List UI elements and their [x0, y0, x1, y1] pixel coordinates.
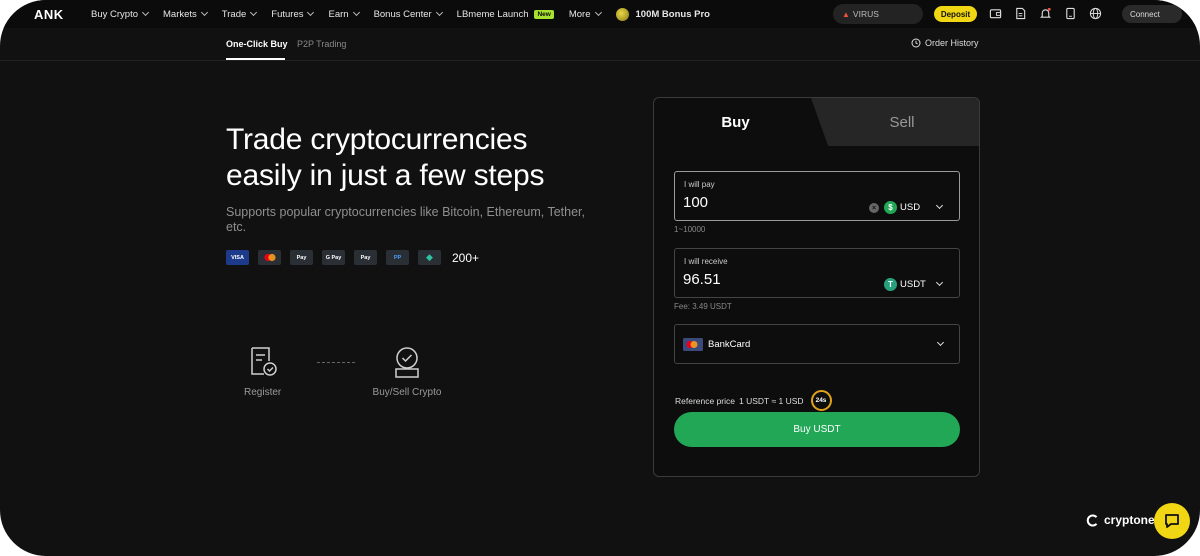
- chevron-down-icon: [594, 8, 602, 17]
- nav-item-futures[interactable]: Futures: [271, 8, 315, 20]
- fire-icon: ▲: [842, 9, 850, 19]
- wallet-icon[interactable]: [989, 7, 1002, 20]
- order-history-link[interactable]: Order History: [911, 38, 979, 48]
- payment-method-select[interactable]: BankCard: [674, 324, 960, 364]
- nav-item-label: Trade: [221, 8, 247, 20]
- chevron-down-icon[interactable]: [935, 278, 944, 287]
- google-pay-icon: G Pay: [322, 250, 345, 265]
- receive-label: I will receive: [684, 257, 728, 266]
- nav-item-trade[interactable]: Trade: [221, 8, 258, 20]
- search-input[interactable]: ▲ VIRUS: [833, 4, 923, 24]
- search-value: VIRUS: [852, 9, 879, 19]
- payment-methods: VISA Pay G Pay Pay PP ◆ 200+: [226, 250, 479, 265]
- hero-title: Trade cryptocurrencies easily in just a …: [226, 122, 626, 194]
- pay-amount-input[interactable]: [683, 194, 863, 211]
- nav-item-bonus-pro[interactable]: 100M Bonus Pro: [615, 7, 710, 21]
- chevron-down-icon: [352, 8, 360, 17]
- orders-icon[interactable]: [1014, 7, 1027, 20]
- nav-item-label: LBmeme Launch: [456, 8, 529, 20]
- nav-item-label: More: [568, 8, 591, 20]
- mastercard-icon: [258, 250, 281, 265]
- chevron-down-icon: [435, 8, 443, 17]
- nav-item-buy-crypto[interactable]: Buy Crypto: [91, 8, 150, 20]
- receive-currency[interactable]: USDT: [900, 279, 926, 290]
- trade-tabs: Sell Buy: [654, 98, 979, 146]
- globe-icon[interactable]: [1089, 7, 1102, 20]
- pay-currency[interactable]: USD: [900, 202, 920, 213]
- chat-button[interactable]: [1154, 503, 1190, 539]
- nav-item-label: Markets: [163, 8, 197, 20]
- payment-method-label: BankCard: [708, 339, 751, 350]
- chevron-down-icon: [200, 8, 208, 17]
- payment-count: 200+: [452, 250, 480, 265]
- buy-usdt-button[interactable]: Buy USDT: [674, 412, 960, 447]
- bell-icon[interactable]: [1039, 7, 1052, 20]
- usd-icon: $: [884, 201, 897, 214]
- usdt-icon: T: [884, 278, 897, 291]
- samsung-pay-icon: Pay: [290, 250, 313, 265]
- chevron-down-icon[interactable]: [935, 201, 944, 210]
- nav-item-bonus-center[interactable]: Bonus Center: [373, 8, 443, 20]
- bank-transfer-icon: ◆: [418, 250, 441, 265]
- tab-one-click-buy[interactable]: One-Click Buy: [226, 39, 288, 49]
- buy-sell-icon: [395, 347, 419, 378]
- bank-card-icon: [683, 338, 703, 351]
- nav-item-label: Buy Crypto: [91, 8, 138, 20]
- chevron-down-icon[interactable]: [936, 338, 945, 347]
- nav-item-label: 100M Bonus Pro: [635, 8, 710, 20]
- step-buy-sell: Buy/Sell Crypto: [371, 345, 443, 398]
- step-label: Buy/Sell Crypto: [372, 387, 442, 398]
- reference-price: Reference price 1 USDT ≈ 1 USD 24s: [675, 390, 832, 411]
- chevron-down-icon: [250, 8, 258, 17]
- pay-field[interactable]: I will pay × $ USD: [674, 171, 960, 221]
- refresh-timer: 24s: [810, 390, 832, 411]
- download-icon[interactable]: [1064, 7, 1077, 20]
- sub-tabs: One-Click Buy P2P Trading Order History: [0, 28, 1200, 61]
- tab-sell[interactable]: Sell: [811, 98, 979, 146]
- nav-menu: Buy Crypto Markets Trade Futures Earn Bo…: [91, 0, 710, 28]
- bonus-coin-icon: [615, 7, 629, 21]
- nav-item-label: Earn: [328, 8, 349, 20]
- hero-title-line2: easily in just a few steps: [226, 159, 545, 192]
- visa-icon: VISA: [226, 250, 249, 265]
- tab-p2p-trading[interactable]: P2P Trading: [297, 39, 346, 49]
- paypal-icon: PP: [386, 250, 409, 265]
- chat-icon: [1165, 514, 1179, 528]
- connect-button[interactable]: Connect: [1122, 5, 1182, 23]
- top-nav: ANK Buy Crypto Markets Trade Futures Ear…: [0, 0, 1200, 28]
- new-badge: New: [534, 9, 554, 19]
- reference-value: 1 USDT ≈ 1 USD: [739, 395, 804, 406]
- step-register: Register: [244, 345, 281, 398]
- order-history-label: Order History: [925, 38, 979, 48]
- active-tab-indicator: [226, 58, 285, 60]
- nav-item-markets[interactable]: Markets: [163, 8, 208, 20]
- nav-item-label: Bonus Center: [373, 8, 432, 20]
- hero-title-line1: Trade cryptocurrencies: [226, 123, 528, 156]
- trade-card: Sell Buy I will pay × $ USD 1~10000 I wi…: [653, 97, 980, 477]
- nav-item-more[interactable]: More: [568, 8, 602, 20]
- receive-amount-input[interactable]: [683, 271, 863, 288]
- apple-pay-icon: Pay: [354, 250, 377, 265]
- step-label: Register: [244, 387, 282, 398]
- clear-icon[interactable]: ×: [869, 203, 879, 213]
- fee-text: Fee: 3.49 USDT: [674, 302, 732, 311]
- nav-item-label: Futures: [271, 8, 304, 20]
- logo[interactable]: ANK: [34, 7, 64, 22]
- tab-buy[interactable]: Buy: [654, 98, 817, 146]
- chevron-down-icon: [307, 8, 315, 17]
- reference-label: Reference price: [675, 395, 736, 406]
- nav-item-lbmeme-launch[interactable]: LBmeme Launch New: [457, 9, 554, 20]
- app-frame: ANK Buy Crypto Markets Trade Futures Ear…: [0, 0, 1200, 556]
- chevron-down-icon: [141, 8, 150, 17]
- step-connector: [317, 362, 355, 363]
- cryptonews-logo-icon: [1086, 514, 1098, 526]
- register-icon: [250, 347, 277, 376]
- deposit-button[interactable]: Deposit: [934, 6, 977, 22]
- pay-range: 1~10000: [674, 225, 706, 234]
- receive-field[interactable]: I will receive T USDT: [674, 248, 960, 298]
- clock-icon: [911, 38, 921, 48]
- nav-item-earn[interactable]: Earn: [328, 8, 360, 20]
- hero-subtitle: Supports popular cryptocurrencies like B…: [226, 205, 585, 234]
- pay-label: I will pay: [684, 180, 715, 189]
